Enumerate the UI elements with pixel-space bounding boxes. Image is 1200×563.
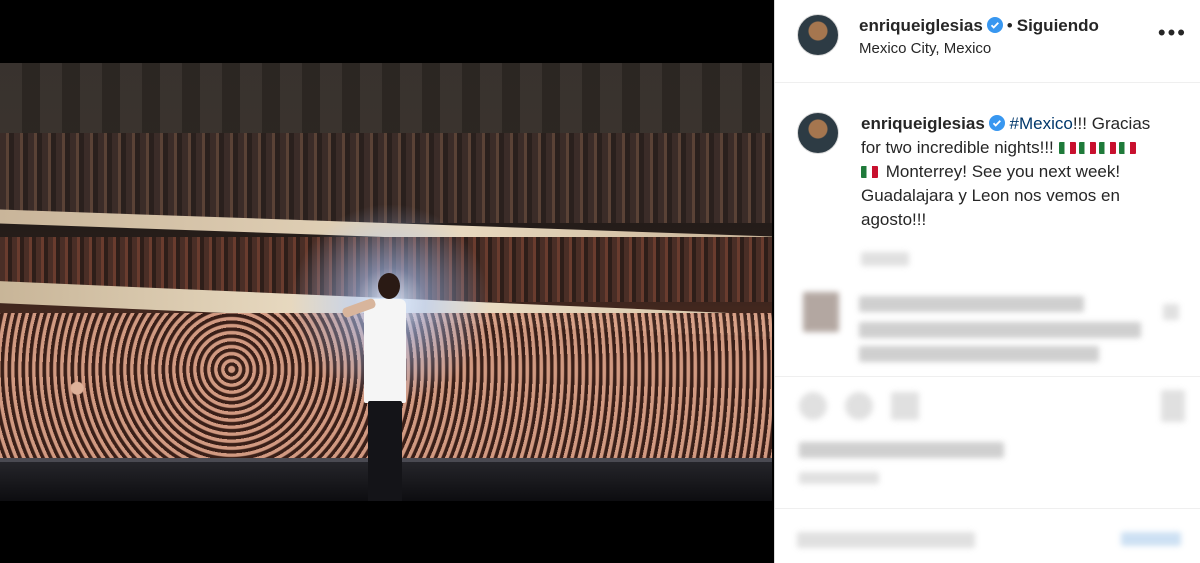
header-line: enriqueiglesias • Siguiendo <box>859 16 1099 36</box>
post-video[interactable] <box>0 63 772 501</box>
blurred-comment-line <box>859 346 1099 362</box>
blurred-timestamp <box>861 252 909 266</box>
actions-divider <box>775 376 1200 377</box>
blurred-share-icon <box>891 392 919 420</box>
caption-text: enriqueiglesias #Mexico!!! Gracias for t… <box>861 112 1161 232</box>
blurred-comment-like-icon <box>1163 304 1179 320</box>
post-location[interactable]: Mexico City, Mexico <box>859 40 991 57</box>
performer-figure <box>341 273 414 501</box>
author-avatar[interactable] <box>797 14 839 56</box>
comment-box-divider <box>775 508 1200 509</box>
mexico-flag-icon <box>1118 142 1136 154</box>
blurred-post-date <box>799 472 879 484</box>
mexico-flag-icon <box>861 166 878 178</box>
blurred-view-count <box>799 442 1004 458</box>
verified-badge-icon <box>986 17 1003 33</box>
separator-dot: • <box>1006 16 1013 35</box>
mexico-flag-icon <box>1098 142 1116 154</box>
post-side-panel: enriqueiglesias • Siguiendo Mexico City, M… <box>774 0 1200 563</box>
verified-badge-icon <box>988 115 1005 131</box>
arena-roof <box>0 63 772 133</box>
blurred-comment-line <box>859 322 1141 338</box>
blurred-add-comment-field <box>797 532 975 548</box>
blurred-like-icon <box>799 392 827 420</box>
follow-status-button[interactable]: Siguiendo <box>1017 16 1099 35</box>
blurred-post-button <box>1121 532 1181 546</box>
blurred-comment-icon <box>845 392 873 420</box>
hashtag-link[interactable]: #Mexico <box>1010 114 1073 133</box>
more-horizontal-icon[interactable]: ••• <box>1158 22 1187 44</box>
blurred-comment-line <box>859 296 1084 312</box>
mexico-flag-icon <box>1078 142 1096 154</box>
post-media-area <box>0 0 774 563</box>
blurred-save-icon <box>1161 390 1185 422</box>
blurred-comment-avatar <box>803 292 839 332</box>
post-header: enriqueiglesias • Siguiendo Mexico City, M… <box>775 0 1200 83</box>
author-username[interactable]: enriqueiglesias <box>859 16 983 35</box>
caption-avatar[interactable] <box>797 112 839 154</box>
mexico-flag-icon <box>1058 142 1076 154</box>
caption-username[interactable]: enriqueiglesias <box>861 114 985 133</box>
caption-line-2: Monterrey! See you next week! Guadalajar… <box>861 162 1121 229</box>
